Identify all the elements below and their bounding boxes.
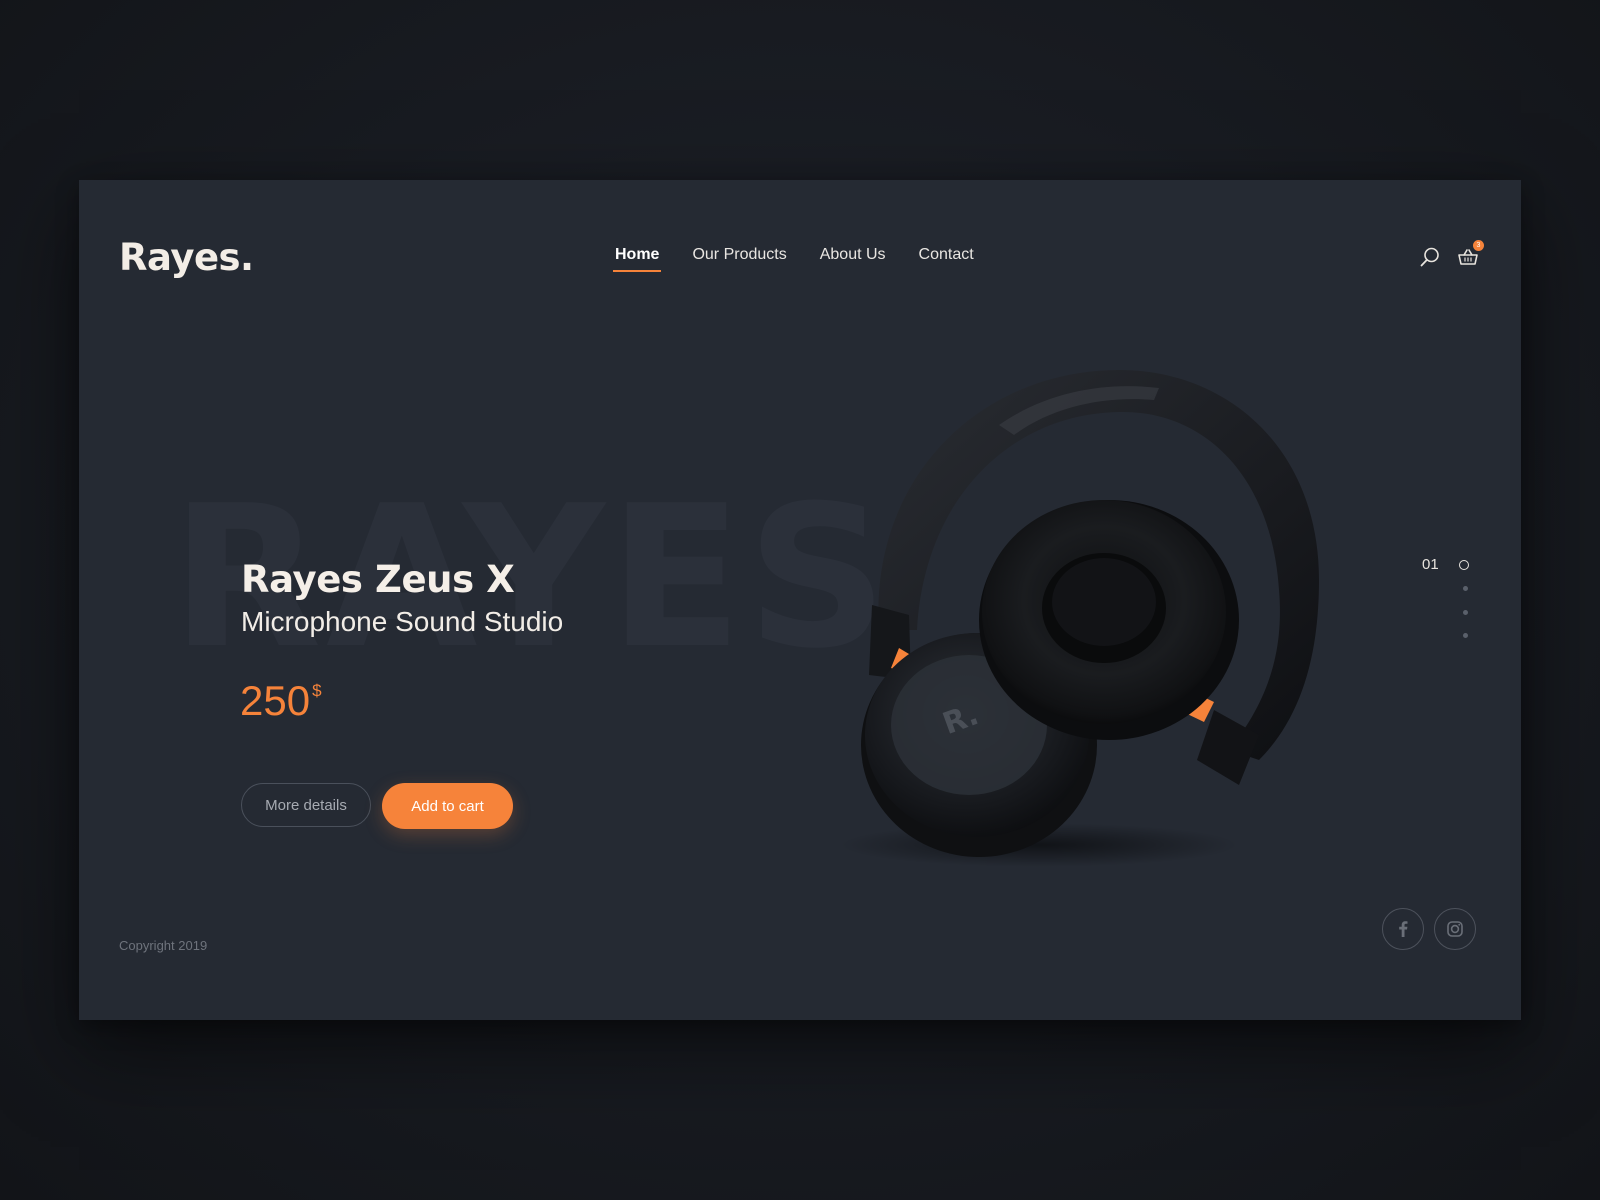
more-details-button[interactable]: More details: [241, 783, 371, 827]
add-to-cart-button[interactable]: Add to cart: [382, 783, 513, 829]
slide-dot-1[interactable]: [1459, 560, 1469, 570]
nav-item-home[interactable]: Home: [612, 246, 662, 272]
search-icon[interactable]: [1419, 246, 1441, 268]
product-price: 250 $: [240, 677, 322, 725]
price-value: 250: [240, 677, 311, 724]
slide-number: 01: [1422, 556, 1439, 573]
slide-dot-4[interactable]: [1463, 633, 1468, 638]
instagram-icon[interactable]: [1434, 908, 1476, 950]
cart-count-badge: 3: [1473, 240, 1484, 251]
main-nav: Home Our Products About Us Contact: [612, 246, 974, 272]
header-actions: 3: [1419, 240, 1484, 268]
price-currency: $: [312, 681, 322, 700]
headphones-image: R.: [839, 370, 1319, 867]
nav-item-about-us[interactable]: About Us: [820, 246, 886, 272]
page-frame: Rayes. Home Our Products About Us Contac…: [79, 180, 1521, 1020]
product-name: Rayes Zeus X: [241, 558, 515, 601]
facebook-icon[interactable]: [1382, 908, 1424, 950]
brand-logo[interactable]: Rayes.: [119, 236, 254, 279]
cart-icon[interactable]: 3: [1457, 240, 1484, 268]
slide-dot-2[interactable]: [1463, 586, 1468, 591]
nav-item-our-products[interactable]: Our Products: [692, 246, 786, 272]
product-subtitle: Microphone Sound Studio: [241, 606, 564, 637]
nav-item-contact[interactable]: Contact: [919, 246, 974, 272]
slide-dot-3[interactable]: [1463, 610, 1468, 615]
copyright-text: Copyright 2019: [119, 938, 208, 953]
